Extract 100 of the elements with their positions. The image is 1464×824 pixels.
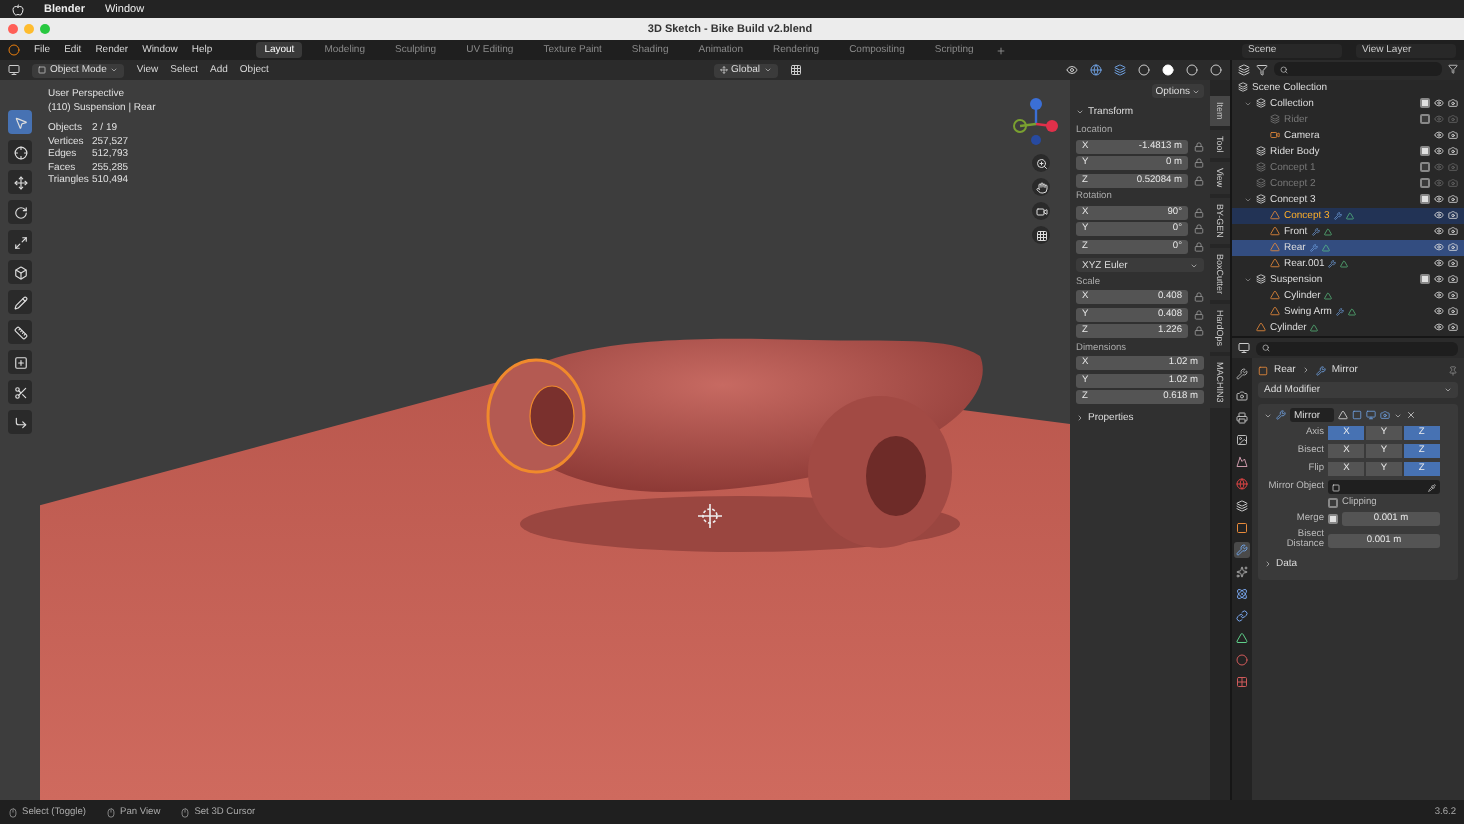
tool-button[interactable]	[8, 200, 32, 224]
wrench-icon	[1236, 544, 1248, 556]
tool-button[interactable]	[8, 410, 32, 434]
printer-icon	[1236, 412, 1248, 424]
search-field[interactable]	[1256, 341, 1458, 355]
render-icon	[1380, 410, 1390, 420]
tool-button[interactable]	[8, 320, 32, 344]
object-icon	[1332, 483, 1340, 491]
link-icon	[1236, 610, 1248, 622]
search-field[interactable]	[1274, 62, 1442, 77]
tool-button[interactable]	[8, 110, 32, 134]
camera-icon	[1448, 130, 1458, 141]
add-cube-icon	[13, 355, 27, 369]
camera-icon	[1448, 146, 1458, 157]
solid-shading-icon	[1162, 64, 1174, 76]
axes-icon	[719, 66, 728, 74]
properties-tab[interactable]	[1234, 388, 1250, 404]
hand-icon	[1035, 181, 1047, 193]
tool-button[interactable]	[8, 140, 32, 164]
eye-icon	[1434, 130, 1444, 141]
globe-icon	[1236, 478, 1248, 490]
scene-icon	[1236, 456, 1248, 468]
3d-cursor-icon	[697, 503, 723, 529]
tool-button[interactable]	[8, 380, 32, 404]
object-mode-icon	[38, 66, 46, 74]
viewport-icon	[1366, 410, 1376, 420]
wireframe-shading-icon	[1138, 64, 1150, 76]
eyedropper-icon	[1428, 483, 1436, 491]
properties-tab[interactable]	[1234, 520, 1250, 536]
tool-button[interactable]	[8, 260, 32, 284]
display-mode-icon	[1238, 63, 1250, 76]
mesh-data-icon	[1347, 307, 1356, 316]
properties-tab[interactable]	[1234, 586, 1250, 602]
checkbox[interactable]	[1328, 498, 1338, 508]
checkbox[interactable]	[1420, 114, 1430, 125]
properties-tab[interactable]	[1234, 674, 1250, 690]
tool-button[interactable]	[8, 350, 32, 374]
checkbox[interactable]	[1420, 194, 1430, 205]
collection-icon	[1256, 98, 1266, 109]
tool-button[interactable]	[8, 170, 32, 194]
search-icon	[1262, 344, 1270, 352]
camera-icon	[1270, 130, 1280, 141]
ruler-icon	[13, 325, 27, 339]
atom-icon	[1236, 588, 1248, 600]
scale-icon	[13, 235, 27, 249]
search-icon	[1280, 65, 1288, 74]
layers-icon	[1236, 500, 1248, 512]
pointer-icon	[13, 115, 27, 129]
eye-icon	[1434, 290, 1444, 301]
sparkles-icon	[1236, 566, 1248, 578]
eye-icon	[1434, 242, 1444, 253]
checkbox[interactable]	[1420, 178, 1430, 189]
checkbox[interactable]	[1420, 146, 1430, 157]
pin-icon	[1448, 365, 1458, 375]
add-icon	[995, 45, 1006, 55]
filter-icon	[1256, 63, 1268, 76]
camera-icon	[1448, 290, 1458, 301]
camera-view-button[interactable]	[1032, 202, 1050, 220]
camera-icon	[1448, 322, 1458, 333]
collection-icon	[1256, 178, 1266, 189]
eye-icon	[1434, 274, 1444, 285]
checkbox[interactable]	[1328, 514, 1338, 524]
properties-tab[interactable]	[1234, 454, 1250, 470]
pan-button[interactable]	[1032, 178, 1050, 196]
object-field[interactable]	[1328, 480, 1440, 494]
properties-tab[interactable]	[1234, 432, 1250, 448]
wrench-icon	[1315, 365, 1326, 375]
projection-button[interactable]	[1032, 226, 1050, 244]
pencil-icon	[13, 295, 27, 309]
properties-tab[interactable]	[1234, 564, 1250, 580]
eye-icon	[1434, 162, 1444, 173]
material-shading-icon	[1186, 64, 1198, 76]
camera-icon	[1448, 98, 1458, 109]
properties-tab[interactable]	[1234, 498, 1250, 514]
mesh-data-icon	[1340, 259, 1349, 268]
eye-icon	[1434, 178, 1444, 189]
tool-button[interactable]	[8, 230, 32, 254]
properties-tab[interactable]	[1234, 366, 1250, 382]
object-icon	[1236, 522, 1248, 534]
camera-icon	[1448, 274, 1458, 285]
checkbox[interactable]	[1420, 162, 1430, 173]
collection-icon	[1256, 194, 1266, 205]
properties-tab[interactable]	[1234, 630, 1250, 646]
camera-icon	[1448, 162, 1458, 173]
close-button[interactable]	[8, 24, 18, 34]
mesh-data-icon	[1324, 291, 1333, 300]
checkbox[interactable]	[1420, 274, 1430, 285]
mesh-data-icon	[1310, 323, 1319, 332]
checkbox[interactable]	[1420, 98, 1430, 109]
properties-tab[interactable]	[1234, 410, 1250, 426]
eye-icon	[1434, 322, 1444, 333]
zoom-button[interactable]	[1032, 154, 1050, 172]
camera-icon	[1448, 306, 1458, 317]
properties-tab[interactable]	[1234, 608, 1250, 624]
mouse-icon	[8, 807, 18, 817]
tool-button[interactable]	[8, 290, 32, 314]
camera-icon	[1236, 390, 1248, 402]
eye-icon	[1434, 146, 1444, 157]
checker-icon	[1236, 676, 1248, 688]
eye-icon	[1434, 194, 1444, 205]
